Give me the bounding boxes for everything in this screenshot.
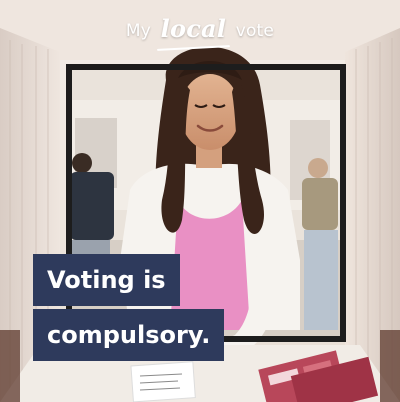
logo-prefix: My bbox=[125, 20, 152, 41]
headline-line-1: Voting is bbox=[33, 254, 180, 306]
headline-line-2: compulsory. bbox=[33, 309, 225, 361]
social-post: My local vote Voting is compulsory. bbox=[0, 0, 400, 402]
logo-emphasis: local bbox=[160, 14, 227, 43]
face bbox=[180, 74, 240, 150]
my-local-vote-logo: My local vote bbox=[0, 14, 400, 51]
logo-emphasis-wrap: local bbox=[156, 14, 231, 51]
background-voter-right bbox=[302, 158, 338, 330]
ballot-paper bbox=[130, 361, 196, 402]
desk-edge-right bbox=[380, 330, 400, 402]
desk-edge-left bbox=[0, 330, 20, 402]
logo-suffix: vote bbox=[235, 20, 275, 41]
